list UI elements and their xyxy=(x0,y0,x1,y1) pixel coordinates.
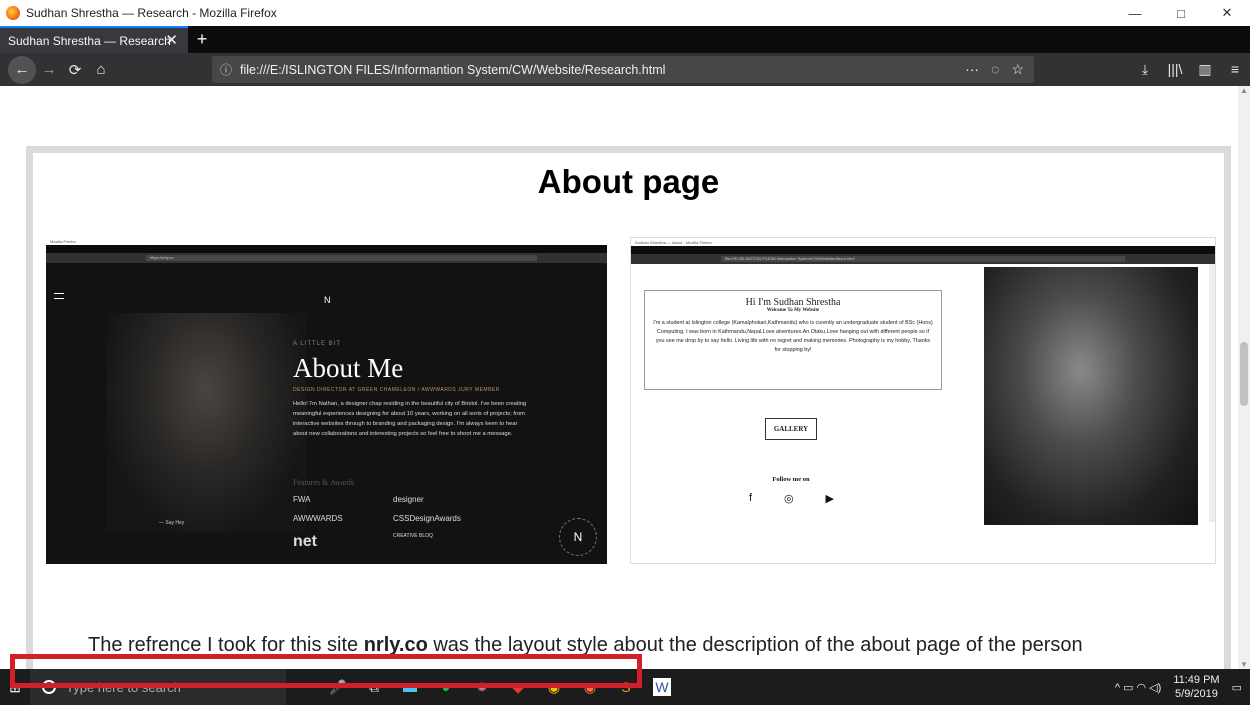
back-button[interactable]: ← xyxy=(8,55,36,84)
mini-navbar: https://nrly.co xyxy=(46,253,607,263)
window-title: Sudhan Shrestha — Research - Mozilla Fir… xyxy=(26,6,277,20)
mini-scrollbar xyxy=(1209,264,1215,522)
about-frame: About page Mozilla Firefox https://nrly.… xyxy=(26,146,1231,669)
window-titlebar: Sudhan Shrestha — Research - Mozilla Fir… xyxy=(0,0,1250,26)
award-logo: CREATIVE BLOQ xyxy=(393,533,433,539)
hamburger-icon xyxy=(54,293,64,299)
caption-link-name: nrly.co xyxy=(363,634,428,656)
pocket-icon[interactable]: ◌ xyxy=(991,61,999,78)
award-logo: CSSDesignAwards xyxy=(393,514,461,523)
features-heading: Features & Awards xyxy=(293,478,355,487)
minimize-button[interactable]: — xyxy=(1112,0,1158,26)
caption-part: was the layout style about the descripti… xyxy=(427,634,1083,656)
sidebar-icon[interactable]: ▥ xyxy=(1190,61,1220,78)
page-actions-icon[interactable]: ··· xyxy=(965,61,979,78)
reload-button[interactable]: ⟳ xyxy=(62,61,88,79)
award-logo: FWA xyxy=(293,495,311,504)
url-text[interactable]: file:///E:/ISLINGTON FILES/Informantion … xyxy=(240,63,665,77)
window-controls: — □ ✕ xyxy=(1112,0,1250,26)
intro-card: Hi I'm Sudhan Shrestha Welcome To My Web… xyxy=(644,290,942,390)
nrly-badge-icon: N xyxy=(559,518,597,556)
gallery-button: GALLERY xyxy=(765,418,817,440)
mini-titlebar: Mozilla Firefox xyxy=(46,237,607,245)
portrait-image xyxy=(106,313,306,533)
mini-titlebar: Sudhan Shrestha — About - Mozilla Firefo… xyxy=(631,238,1215,246)
system-tray: ^ ▭ ◠ ◁) 11:49 PM 5/9/2019 ▭ xyxy=(1115,669,1242,705)
maximize-button[interactable]: □ xyxy=(1158,0,1204,26)
menu-icon[interactable]: ≡ xyxy=(1220,61,1250,78)
tray-icons[interactable]: ^ ▭ ◠ ◁) xyxy=(1115,681,1161,694)
facebook-icon: f xyxy=(749,492,753,504)
follow-label: Follow me on xyxy=(772,476,810,483)
notifications-icon[interactable]: ▭ xyxy=(1232,681,1242,694)
navigation-toolbar: ← → ⟳ ⌂ ⓘ file:///E:/ISLINGTON FILES/Inf… xyxy=(0,53,1250,86)
little-bit-label: A LITTLE BIT xyxy=(293,341,342,347)
award-logo: net xyxy=(293,533,317,550)
bookmark-star-icon[interactable]: ☆ xyxy=(1011,61,1024,78)
card-heading: Hi I'm Sudhan Shrestha xyxy=(745,297,841,308)
mini-navbar: file:///E:/ISLINGTON FILES/Informantion … xyxy=(631,254,1215,264)
forward-button[interactable]: → xyxy=(36,61,62,78)
tab-bar: Sudhan Shrestha — Research ✕ + xyxy=(0,26,1250,53)
close-tab-icon[interactable]: ✕ xyxy=(165,31,178,49)
home-button[interactable]: ⌂ xyxy=(88,61,114,78)
library-icon[interactable]: |||\ xyxy=(1160,61,1190,78)
award-logos: FWA designer AWWWARDS CSSDesignAwards ne… xyxy=(293,495,493,551)
role-text: DESIGN DIRECTOR AT GREEN CHAMELEON / AWW… xyxy=(293,387,500,393)
own-about-screenshot: Sudhan Shrestha — About - Mozilla Firefo… xyxy=(630,237,1216,564)
youtube-icon: ▶ xyxy=(825,493,834,505)
mini-url: https://nrly.co xyxy=(146,255,537,261)
tab-label: Sudhan Shrestha — Research xyxy=(8,33,171,48)
instagram-icon: ◎ xyxy=(783,493,794,505)
mini-tabbar xyxy=(46,245,607,253)
mini-url: file:///E:/ISLINGTON FILES/Informantion … xyxy=(721,256,1125,262)
say-hey-text: — Say Hey xyxy=(159,520,185,526)
page-content: About page Mozilla Firefox https://nrly.… xyxy=(0,86,1250,669)
site-info-icon[interactable]: ⓘ xyxy=(220,61,232,78)
word-icon[interactable]: W xyxy=(653,678,671,696)
about-page-preview: Hi I'm Sudhan Shrestha Welcome To My Web… xyxy=(631,264,1215,563)
time-text: 11:49 PM xyxy=(1173,674,1220,686)
new-tab-button[interactable]: + xyxy=(188,26,216,53)
highlight-box xyxy=(10,654,642,688)
award-logo: designer xyxy=(393,495,424,504)
page-title: About page xyxy=(537,163,720,200)
date-text: 5/9/2019 xyxy=(1175,688,1218,700)
scrollbar-thumb[interactable] xyxy=(1240,342,1248,406)
close-window-button[interactable]: ✕ xyxy=(1204,0,1250,26)
card-description: I'm a student at Islington college (Kama… xyxy=(653,320,933,353)
nrly-page: N A LITTLE BIT About Me DESIGN DIRECTOR … xyxy=(46,263,607,564)
social-icons: f ◎ ▶ xyxy=(749,492,834,505)
bio-text: Hello! I'm Nathan, a designer chap resid… xyxy=(293,401,527,437)
about-me-heading: About Me xyxy=(293,353,404,383)
page-scrollbar[interactable]: ▲ ▼ xyxy=(1238,86,1250,669)
caption-part: The refrence I took for this site xyxy=(88,634,364,656)
card-subheading: Welcome To My Website xyxy=(766,308,820,313)
tab-research[interactable]: Sudhan Shrestha — Research ✕ xyxy=(0,26,188,53)
award-logo: AWWWARDS xyxy=(293,514,343,523)
url-bar[interactable]: ⓘ file:///E:/ISLINGTON FILES/Informantio… xyxy=(212,56,1034,83)
nrly-logo: N xyxy=(324,295,331,305)
clock[interactable]: 11:49 PM 5/9/2019 xyxy=(1173,673,1219,701)
mini-tabbar xyxy=(631,246,1215,254)
scroll-down-icon[interactable]: ▼ xyxy=(1240,660,1248,669)
downloads-icon[interactable]: ⤓ xyxy=(1130,61,1160,78)
reference-screenshot: Mozilla Firefox https://nrly.co N A LITT… xyxy=(46,237,607,564)
scroll-up-icon[interactable]: ▲ xyxy=(1240,86,1248,95)
profile-photo xyxy=(984,267,1198,525)
firefox-icon xyxy=(6,6,20,20)
